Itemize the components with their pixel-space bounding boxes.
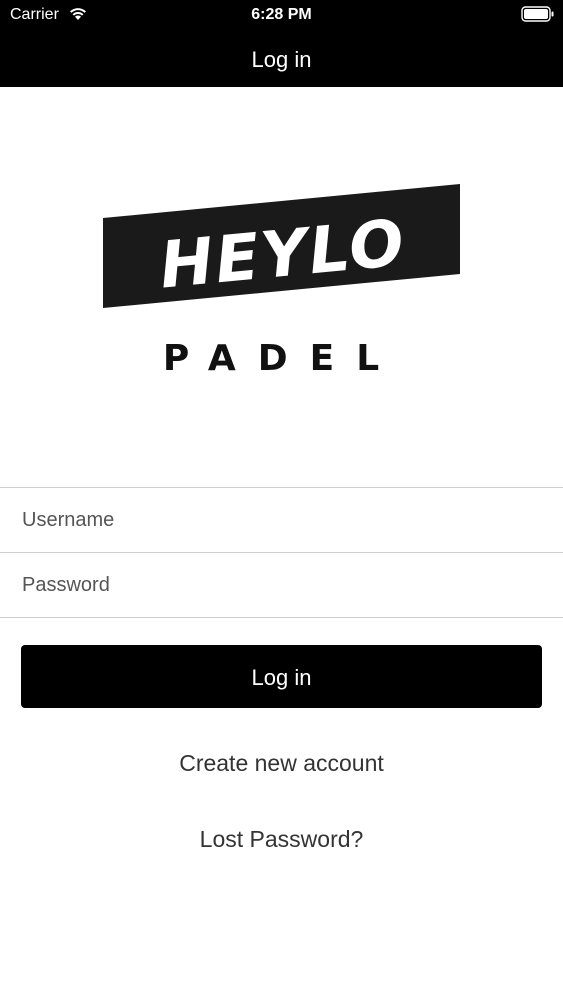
username-row xyxy=(0,487,563,552)
lost-password-link[interactable]: Lost Password? xyxy=(0,826,563,853)
status-bar: Carrier 6:28 PM xyxy=(0,0,563,30)
battery-icon xyxy=(521,6,554,22)
svg-text:PADEL: PADEL xyxy=(163,338,401,379)
navigation-bar: Log in xyxy=(0,30,563,87)
page-title: Log in xyxy=(251,47,312,72)
status-time: 6:28 PM xyxy=(251,6,312,23)
login-button[interactable]: Log in xyxy=(21,645,542,708)
password-input[interactable] xyxy=(22,553,542,617)
password-row xyxy=(0,552,563,618)
create-account-link[interactable]: Create new account xyxy=(0,750,563,777)
heylo-padel-logo: HEYLO PADEL xyxy=(103,184,460,379)
username-input[interactable] xyxy=(22,488,542,552)
